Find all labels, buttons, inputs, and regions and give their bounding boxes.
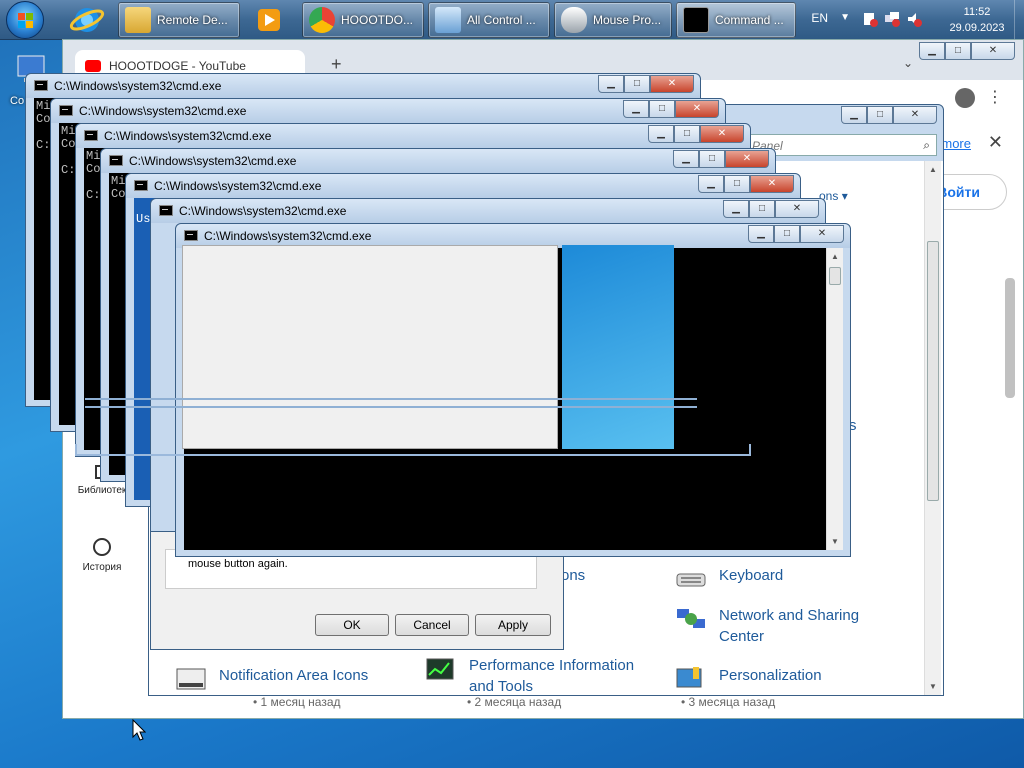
close-button[interactable]: ✕ (750, 175, 794, 193)
cmd-icon (59, 105, 73, 116)
learn-more-link[interactable]: more (941, 136, 971, 151)
search-icon: ⌕ (923, 138, 930, 152)
performance-icon (426, 658, 454, 680)
cp-item-network-sharing[interactable]: Network and Sharing Center (675, 605, 885, 647)
minimize-button[interactable]: ▁ (673, 150, 699, 168)
minimize-button[interactable]: ▁ (698, 175, 724, 193)
close-button[interactable]: ✕ (775, 200, 819, 218)
close-button[interactable]: ✕ (800, 225, 844, 243)
tab-search-icon[interactable]: ⌄ (903, 56, 913, 70)
chrome-icon (309, 7, 335, 33)
taskbar-chrome[interactable]: HOOOTDO... (302, 2, 424, 38)
chrome-caption-buttons: ▁ □ ✕ (919, 42, 1015, 60)
minimize-button[interactable]: ▁ (623, 100, 649, 118)
cp-item-personalization[interactable]: Personalization (675, 665, 822, 693)
close-button[interactable]: ✕ (675, 100, 719, 118)
taskbar-control-panel[interactable]: All Control ... (428, 2, 550, 38)
maximize-button[interactable]: □ (945, 42, 971, 60)
maximize-button[interactable]: □ (749, 200, 775, 218)
video-time: • 3 месяца назад (681, 695, 776, 709)
cp-item-keyboard[interactable]: Keyboard (675, 565, 783, 593)
cmd-icon (159, 205, 173, 216)
notification-area-icon (176, 668, 206, 690)
maximize-button[interactable]: □ (774, 225, 800, 243)
wallpaper-fragment (562, 245, 674, 449)
maximize-button[interactable]: □ (649, 100, 675, 118)
close-button[interactable]: ✕ (971, 42, 1015, 60)
control-panel-caption-buttons: ▁ □ ✕ (841, 106, 937, 124)
mouse-icon (561, 7, 587, 33)
personalization-icon (676, 667, 702, 688)
keyboard-icon (676, 573, 706, 587)
minimize-button[interactable]: ▁ (598, 75, 624, 93)
chrome-scrollbar[interactable] (1005, 278, 1015, 398)
control-panel-icon (435, 7, 461, 33)
cmd-icon (134, 180, 148, 191)
network-icon[interactable] (884, 11, 900, 27)
cmd-scrollbar[interactable]: ▲ ▼ (826, 248, 843, 550)
close-button[interactable]: ✕ (700, 125, 744, 143)
windows-logo-icon (18, 13, 34, 29)
minimize-button[interactable]: ▁ (723, 200, 749, 218)
profile-avatar[interactable] (955, 88, 975, 108)
language-indicator[interactable]: EN (811, 11, 828, 25)
taskbar-mouse-properties[interactable]: Mouse Pro... (554, 2, 672, 38)
show-desktop-button[interactable] (1014, 0, 1024, 40)
video-time: • 2 месяца назад (467, 695, 562, 709)
cmd-icon (34, 80, 48, 91)
cmd-icon (84, 130, 98, 141)
close-button[interactable]: ✕ (725, 150, 769, 168)
new-tab-button[interactable]: + (331, 54, 342, 75)
maximize-button[interactable]: □ (674, 125, 700, 143)
minimize-button[interactable]: ▁ (841, 106, 867, 124)
maximize-button[interactable]: □ (724, 175, 750, 193)
cmd-icon (109, 155, 123, 166)
chrome-menu-icon[interactable]: ⋮ (987, 87, 1003, 107)
maximize-button[interactable]: □ (624, 75, 650, 93)
cp-item-performance[interactable]: Performance Information and Tools (425, 655, 645, 697)
taskbar-remote-desktop[interactable]: Remote De... (118, 2, 240, 38)
start-button[interactable] (6, 1, 44, 39)
folder-icon (125, 7, 151, 33)
volume-muted-icon[interactable] (906, 11, 922, 27)
cmd-icon (683, 7, 709, 33)
infobar-close-icon[interactable]: ✕ (988, 132, 1003, 153)
taskbar: Remote De... HOOOTDO... All Control ... … (0, 0, 1024, 40)
close-button[interactable]: ✕ (650, 75, 694, 93)
sidebar-item-history[interactable]: История (71, 538, 133, 573)
clock[interactable]: 11:52 29.09.2023 (942, 4, 1012, 36)
action-center-icon[interactable] (862, 11, 878, 27)
maximize-button[interactable]: □ (867, 106, 893, 124)
internet-explorer-icon[interactable] (64, 2, 110, 38)
ok-button[interactable]: OK (315, 614, 389, 636)
ghost-pane (182, 245, 558, 449)
window-frame-trail (75, 444, 751, 456)
youtube-icon (85, 60, 101, 72)
window-frame-trail (85, 398, 697, 408)
history-icon (93, 538, 111, 556)
taskbar-command-prompt[interactable]: Command ... (676, 2, 796, 38)
mouse-cursor-icon (132, 719, 146, 741)
minimize-button[interactable]: ▁ (648, 125, 674, 143)
maximize-button[interactable]: □ (699, 150, 725, 168)
cp-item-notification-area-icons[interactable]: Notification Area Icons (175, 665, 368, 693)
close-button[interactable]: ✕ (893, 106, 937, 124)
cmd-icon (184, 230, 198, 241)
cancel-button[interactable]: Cancel (395, 614, 469, 636)
control-panel-scrollbar[interactable]: ▲ ▼ (924, 161, 941, 695)
minimize-button[interactable]: ▁ (748, 225, 774, 243)
apply-button[interactable]: Apply (475, 614, 551, 636)
minimize-button[interactable]: ▁ (919, 42, 945, 60)
system-tray: EN ▼ 11:52 29.09.2023 (784, 0, 1024, 40)
network-sharing-icon (677, 609, 705, 628)
media-player-icon[interactable] (246, 2, 292, 38)
video-time: • 1 месяц назад (253, 695, 341, 709)
show-hidden-icons[interactable]: ▼ (840, 12, 850, 23)
